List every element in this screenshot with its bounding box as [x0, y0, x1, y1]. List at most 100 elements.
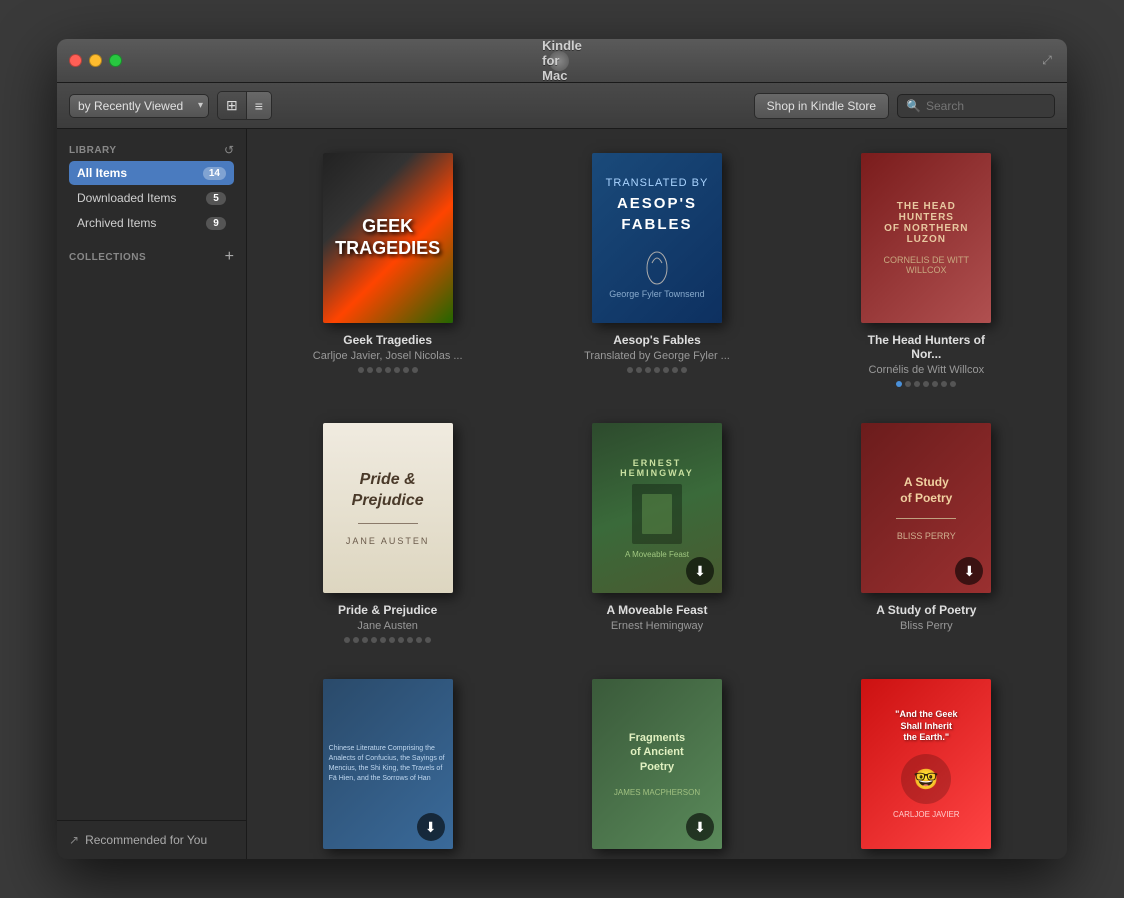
dot — [654, 367, 660, 373]
book-cover-fragments: Fragmentsof AncientPoetry JAMES MACPHERS… — [592, 679, 722, 849]
dot — [362, 637, 368, 643]
book-item-and-geek[interactable]: "And the GeekShall Inheritthe Earth." 🤓 … — [802, 671, 1051, 859]
dot — [645, 367, 651, 373]
library-section: LIBRARY ↺ All Items 14 Downloaded Items … — [57, 137, 246, 240]
dot — [914, 381, 920, 387]
window-controls — [69, 54, 122, 67]
book-author: Ernest Hemingway — [611, 620, 703, 632]
search-icon: 🔍 — [906, 99, 921, 113]
collections-header: COLLECTIONS + — [57, 240, 246, 270]
recommended-button[interactable]: ↗ Recommended for You — [69, 829, 234, 851]
books-content: GEEKTRAGEDIES Geek Tragedies Carljoe Jav… — [247, 129, 1067, 859]
dot — [380, 637, 386, 643]
dot — [376, 367, 382, 373]
dot — [627, 367, 633, 373]
book-title: The Head Hunters of Nor... — [851, 333, 1001, 361]
book-author: Bliss Perry — [900, 620, 953, 632]
sidebar-item-all-items[interactable]: All Items 14 — [69, 161, 234, 185]
list-view-button[interactable]: ≡ — [247, 92, 271, 119]
refresh-button[interactable]: ↺ — [224, 143, 234, 157]
dot — [416, 637, 422, 643]
sort-dropdown-wrap[interactable]: by Recently Viewed — [69, 94, 209, 118]
downloaded-count: 5 — [206, 192, 226, 205]
book-item-geek-tragedies[interactable]: GEEKTRAGEDIES Geek Tragedies Carljoe Jav… — [263, 145, 512, 395]
dot — [394, 367, 400, 373]
sidebar-item-archived[interactable]: Archived Items 9 — [69, 211, 234, 235]
titlebar: Kindle for Mac ⤢ — [57, 39, 1067, 83]
dot — [941, 381, 947, 387]
book-cover-moveable-feast: ERNESTHEMINGWAY A Moveable Feast ⬇ — [592, 423, 722, 593]
sort-dropdown[interactable]: by Recently Viewed — [69, 94, 209, 118]
dot — [407, 637, 413, 643]
dot — [389, 637, 395, 643]
shop-button[interactable]: Shop in Kindle Store — [754, 93, 889, 119]
all-items-label: All Items — [77, 166, 203, 180]
book-cover-and-geek: "And the GeekShall Inheritthe Earth." 🤓 … — [861, 679, 991, 849]
book-dots — [896, 381, 956, 387]
dot — [950, 381, 956, 387]
dot — [905, 381, 911, 387]
download-icon: ⬇ — [686, 557, 714, 585]
book-title: A Study of Poetry — [876, 603, 976, 617]
dot — [403, 367, 409, 373]
collections-label: COLLECTIONS — [69, 252, 146, 263]
dot — [353, 637, 359, 643]
book-item-head-hunters[interactable]: THE HEAD HUNTERSOF NORTHERN LUZON CORNEL… — [802, 145, 1051, 395]
close-button[interactable] — [69, 54, 82, 67]
search-input[interactable] — [926, 99, 1046, 113]
book-item-study-poetry[interactable]: A Studyof Poetry BLISS PERRY ⬇ A Study o… — [802, 415, 1051, 651]
book-cover-study-poetry: A Studyof Poetry BLISS PERRY ⬇ — [861, 423, 991, 593]
dot — [663, 367, 669, 373]
book-title: Aesop's Fables — [613, 333, 701, 347]
download-icon: ⬇ — [686, 813, 714, 841]
main-area: LIBRARY ↺ All Items 14 Downloaded Items … — [57, 129, 1067, 859]
minimize-button[interactable] — [89, 54, 102, 67]
book-title: Pride & Prejudice — [338, 603, 437, 617]
book-cover-head-hunters: THE HEAD HUNTERSOF NORTHERN LUZON CORNEL… — [861, 153, 991, 323]
library-header: LIBRARY ↺ — [69, 143, 234, 157]
sidebar: LIBRARY ↺ All Items 14 Downloaded Items … — [57, 129, 247, 859]
download-icon: ⬇ — [417, 813, 445, 841]
book-item-aesops-fables[interactable]: TRANSLATED BY AESOP'S FABLES George Fy — [532, 145, 781, 395]
book-dots — [358, 367, 418, 373]
dot — [344, 637, 350, 643]
book-title: A Moveable Feast — [607, 603, 708, 617]
books-grid: GEEKTRAGEDIES Geek Tragedies Carljoe Jav… — [263, 145, 1051, 859]
book-cover-geek-tragedies: GEEKTRAGEDIES — [323, 153, 453, 323]
dot-active — [896, 381, 902, 387]
book-item-chinese-literature[interactable]: Chinese Literature Comprising the Analec… — [263, 671, 512, 859]
dot — [932, 381, 938, 387]
maximize-button[interactable] — [109, 54, 122, 67]
main-window: Kindle for Mac ⤢ by Recently Viewed ⊞ ≡ … — [57, 39, 1067, 859]
book-title: Geek Tragedies — [343, 333, 432, 347]
sidebar-item-downloaded[interactable]: Downloaded Items 5 — [69, 186, 234, 210]
expand-button[interactable]: ⤢ — [1039, 53, 1055, 69]
dot — [923, 381, 929, 387]
book-author: Carljoe Javier, Josel Nicolas ... — [313, 350, 463, 362]
recommended-icon: ↗ — [69, 833, 79, 847]
recommended-label: Recommended for You — [85, 833, 207, 847]
grid-view-button[interactable]: ⊞ — [218, 92, 247, 119]
book-dots — [627, 367, 687, 373]
dot — [371, 637, 377, 643]
view-toggle: ⊞ ≡ — [217, 91, 272, 120]
toolbar: by Recently Viewed ⊞ ≡ Shop in Kindle St… — [57, 83, 1067, 129]
book-dots — [344, 637, 431, 643]
book-cover-pride-prejudice: Pride &Prejudice JANE AUSTEN — [323, 423, 453, 593]
all-items-count: 14 — [203, 167, 226, 180]
dot — [367, 367, 373, 373]
book-author: Jane Austen — [357, 620, 418, 632]
add-collection-button[interactable]: + — [225, 248, 234, 266]
book-item-pride-prejudice[interactable]: Pride &Prejudice JANE AUSTEN Pride & Pre… — [263, 415, 512, 651]
book-item-moveable-feast[interactable]: ERNESTHEMINGWAY A Moveable Feast ⬇ A Mov… — [532, 415, 781, 651]
archived-count: 9 — [206, 217, 226, 230]
dot — [636, 367, 642, 373]
book-cover-aesops-fables: TRANSLATED BY AESOP'S FABLES George Fy — [592, 153, 722, 323]
book-item-fragments[interactable]: Fragmentsof AncientPoetry JAMES MACPHERS… — [532, 671, 781, 859]
dot — [672, 367, 678, 373]
dot — [358, 367, 364, 373]
archived-label: Archived Items — [77, 216, 206, 230]
sidebar-bottom: ↗ Recommended for You — [57, 820, 246, 859]
dot — [681, 367, 687, 373]
downloaded-label: Downloaded Items — [77, 191, 206, 205]
